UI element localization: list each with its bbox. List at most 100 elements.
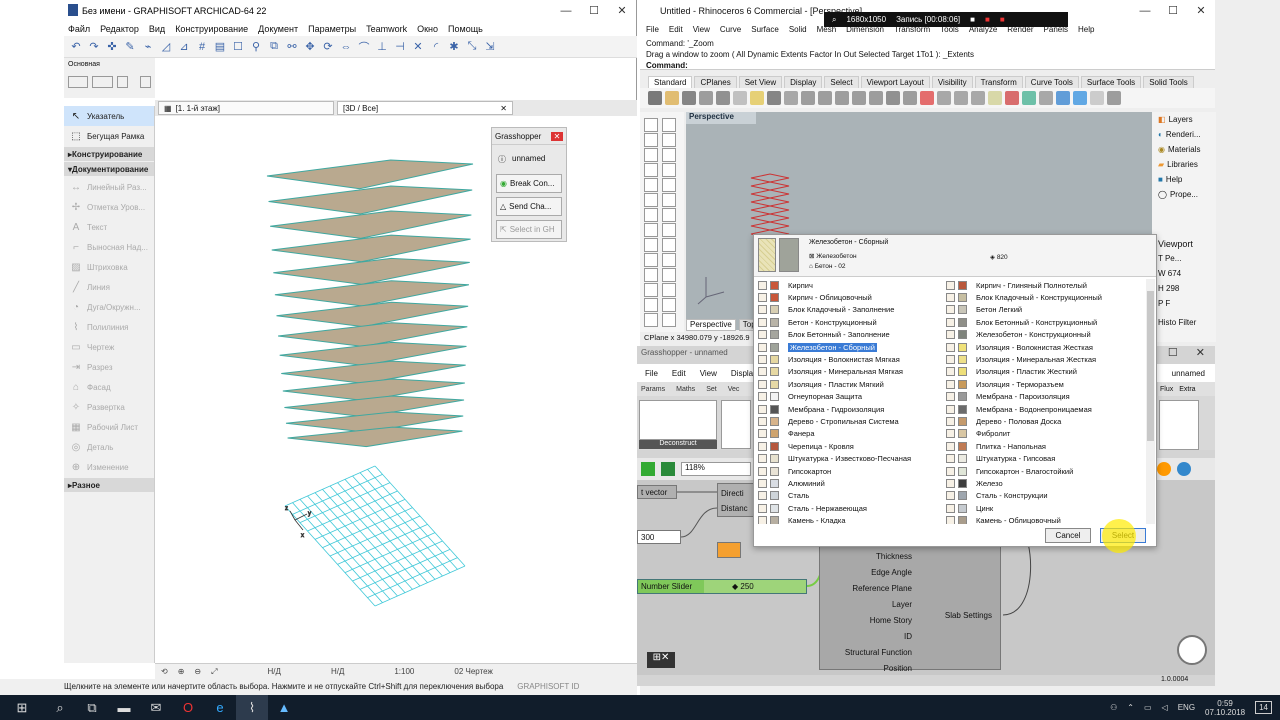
language-indicator[interactable]: ENG	[1178, 703, 1195, 712]
menu-teamwork[interactable]: Teamwork	[366, 24, 407, 34]
mail-icon[interactable]: ✉	[140, 695, 172, 720]
fit-icon[interactable]: ⤢	[211, 667, 217, 677]
rhino-sidebar-tool-icon[interactable]	[662, 313, 676, 327]
rhino-sidebar-tool-icon[interactable]	[644, 193, 658, 207]
rhino-tool-icon[interactable]	[920, 91, 934, 105]
tool-fill[interactable]: ▨ Штриховка	[64, 257, 154, 277]
vtab-perspective[interactable]: Perspective	[686, 319, 736, 331]
material-item[interactable]: Бетон - Конструкционный	[758, 316, 948, 328]
resize-icon[interactable]: ⤡	[464, 39, 480, 55]
zoom-out-icon[interactable]: ⊖	[194, 667, 201, 676]
network-icon[interactable]: ▭	[1144, 703, 1152, 712]
undo-icon[interactable]: ↶	[68, 39, 84, 55]
menu-help[interactable]: Помощь	[448, 24, 483, 34]
arrow-tool-icon[interactable]	[68, 76, 89, 88]
material-item[interactable]: Штукатурка - Известково-Песчаная	[758, 452, 948, 464]
floor-slab[interactable]	[274, 280, 470, 307]
rhino-sidebar-tool-icon[interactable]	[662, 178, 676, 192]
rhino-sidebar-tool-icon[interactable]	[662, 193, 676, 207]
material-item[interactable]: Дерево - Половая Доска	[946, 415, 1136, 427]
rhino-sidebar-tool-icon[interactable]	[662, 208, 676, 222]
rhino-tool-icon[interactable]	[716, 91, 730, 105]
people-icon[interactable]: ⚇	[1110, 703, 1117, 712]
floor-slab[interactable]	[268, 185, 473, 215]
menu-file[interactable]: File	[646, 25, 659, 34]
zoom-in-icon[interactable]: ⊕	[178, 667, 185, 676]
tab-floor-plan[interactable]: ▦ [1. 1-й этаж]	[158, 101, 334, 115]
tab-3d[interactable]: [3D / Все] ✕	[337, 101, 513, 115]
rhino-sidebar-tool-icon[interactable]	[662, 148, 676, 162]
slab-settings-output[interactable]: Slab Settings	[945, 611, 992, 620]
rhino-tool-icon[interactable]	[954, 91, 968, 105]
select-icon[interactable]: ☐	[230, 39, 246, 55]
gh-bottom-icons[interactable]: ⊞✕	[647, 652, 675, 668]
rhino-tool-icon[interactable]	[767, 91, 781, 105]
material-item[interactable]: Изоляция - Пластик Мягкий	[758, 378, 948, 390]
panel-rendering[interactable]: ◐ Renderi...	[1152, 127, 1216, 142]
menu-options[interactable]: Параметры	[308, 24, 356, 34]
tool-marquee[interactable]: ⬚ Бегущая Рамка	[64, 126, 154, 146]
close-icon[interactable]: ✕	[608, 0, 636, 22]
material-item[interactable]: Кирпич - Глиняный Полнотелый	[946, 279, 1136, 291]
menu-design[interactable]: Конструирование	[175, 24, 248, 34]
vector-output-node[interactable]: t vector	[637, 485, 677, 499]
slab-param[interactable]: Structural Function	[845, 645, 912, 661]
gh-tab-vec[interactable]: Vec	[728, 386, 740, 393]
material-item[interactable]: Дерево - Стропильная Система	[758, 415, 948, 427]
tool-change[interactable]: ⊕ Изменение	[64, 457, 154, 477]
rhino-tool-icon[interactable]	[988, 91, 1002, 105]
mirror-icon[interactable]: ⇔	[338, 39, 354, 55]
explode-icon[interactable]: ✱	[446, 39, 462, 55]
rhino-sidebar-tool-icon[interactable]	[644, 133, 658, 147]
zoom-field[interactable]: 118%	[681, 462, 751, 476]
rhino-sidebar-tool-icon[interactable]	[662, 283, 676, 297]
tab-visibility[interactable]: Visibility	[931, 76, 973, 88]
rotate-icon[interactable]: ⟳	[320, 39, 336, 55]
maximize-icon[interactable]: ☐	[1168, 346, 1178, 359]
pick-icon[interactable]: ✜	[104, 39, 120, 55]
pause-icon[interactable]: ■	[985, 15, 990, 24]
material-item[interactable]: Черепица - Кровля	[758, 440, 948, 452]
slab-param[interactable]: Reference Plane	[845, 581, 912, 597]
pointer-icon[interactable]	[139, 76, 151, 88]
material-item[interactable]: Штукатурка - Гипсовая	[946, 452, 1136, 464]
nd-field-1[interactable]: Н/Д	[268, 667, 281, 676]
nd-field-2[interactable]: Н/Д	[331, 667, 344, 676]
rhino-sidebar-tool-icon[interactable]	[644, 313, 658, 327]
deconstruct-node[interactable]: Directi Distanc	[717, 483, 757, 517]
floor-slab[interactable]	[282, 378, 465, 402]
eyedropper-icon[interactable]: ⌁	[140, 39, 156, 55]
notification-icon[interactable]: 14	[1255, 701, 1272, 714]
tool-arc[interactable]: ◔ Дуга/Окружн...	[64, 297, 154, 317]
rhino-tool-icon[interactable]	[1107, 91, 1121, 105]
rhino-tool-icon[interactable]	[699, 91, 713, 105]
material-item[interactable]: Цинк	[946, 502, 1136, 514]
rhino-sidebar-tool-icon[interactable]	[662, 223, 676, 237]
rhino-tool-icon[interactable]	[835, 91, 849, 105]
archicad-components[interactable]	[1159, 400, 1199, 450]
rhino-tool-icon[interactable]	[648, 91, 662, 105]
rhino-tool-icon[interactable]	[1090, 91, 1104, 105]
material-scrollbar[interactable]	[1146, 279, 1155, 524]
material-item[interactable]: Сталь - Конструкции	[946, 490, 1136, 502]
tool-elevation[interactable]: ⌂ Фасад	[64, 377, 154, 397]
tab-viewport-layout[interactable]: Viewport Layout	[860, 76, 930, 88]
redo-icon[interactable]: ↷	[86, 39, 102, 55]
rhino-taskbar-icon[interactable]: ▲	[268, 695, 300, 720]
rhino-sidebar-tool-icon[interactable]	[644, 178, 658, 192]
material-item[interactable]: Огнеупорная Защита	[758, 391, 948, 403]
clock[interactable]: 0:59 07.10.2018	[1205, 699, 1245, 717]
rhino-sidebar-tool-icon[interactable]	[662, 268, 676, 282]
menu-curve[interactable]: Curve	[720, 25, 741, 34]
command-prompt[interactable]: Command:	[646, 60, 1209, 71]
layers-icon[interactable]: ▤	[212, 39, 228, 55]
floor-slab[interactable]	[271, 234, 471, 263]
send-changes-button[interactable]: △ Send Cha...	[496, 197, 562, 216]
menu-edit[interactable]: Edit	[669, 25, 683, 34]
material-item[interactable]: Плитка - Напольная	[946, 440, 1136, 452]
save-icon[interactable]	[641, 462, 655, 476]
rhino-tool-icon[interactable]	[1005, 91, 1019, 105]
rhino-sidebar-tool-icon[interactable]	[644, 268, 658, 282]
material-item[interactable]: Сталь	[758, 490, 948, 502]
menu-solid[interactable]: Solid	[789, 25, 807, 34]
